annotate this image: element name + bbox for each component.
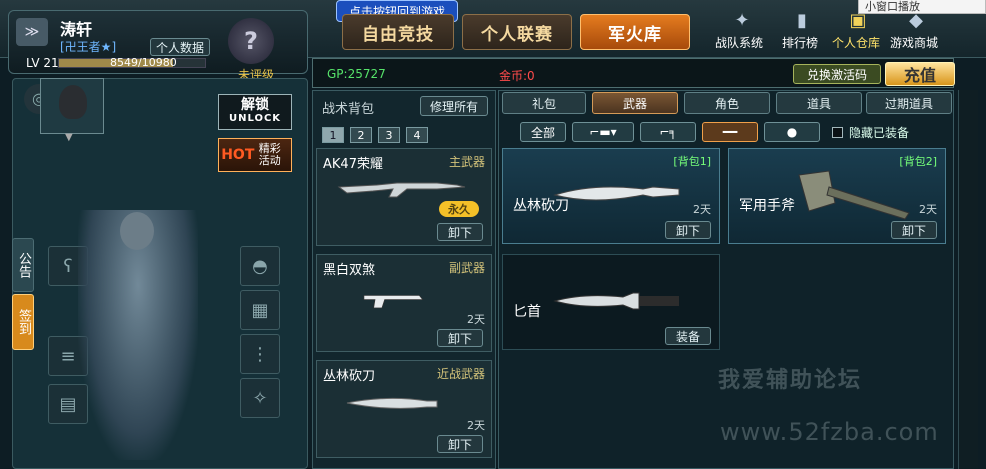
watermark-title: 我爱辅助论坛	[718, 368, 863, 393]
bag-item-duration: 2天	[467, 313, 485, 326]
gp-value: GP:25727	[327, 67, 386, 81]
bag-page-2[interactable]: 2	[350, 127, 372, 143]
link-leaderboard[interactable]: 排行榜	[782, 34, 818, 51]
personal-data-button[interactable]: 个人数据	[150, 38, 210, 56]
subtab-grenade-icon[interactable]: ●	[764, 122, 820, 142]
repair-all-button[interactable]: 修理所有	[420, 96, 488, 116]
tab-personal-league[interactable]: 个人联赛	[462, 14, 572, 50]
ak47-icon	[337, 182, 466, 198]
scrollbar[interactable]	[958, 90, 978, 469]
rank-icon: ≫	[16, 18, 48, 46]
unload-button[interactable]: 卸下	[891, 221, 937, 239]
equip-button[interactable]: 装备	[665, 327, 711, 345]
unload-button[interactable]: 卸下	[437, 435, 483, 453]
bag-page-4[interactable]: 4	[406, 127, 428, 143]
exp-text: 8549/10980	[110, 56, 177, 69]
tab-free-match[interactable]: 自由竞技	[342, 14, 454, 50]
store-card-dagger[interactable]: 匕首 装备	[502, 254, 720, 350]
machete-icon	[553, 186, 680, 201]
bag-page-3[interactable]: 3	[378, 127, 400, 143]
link-game-shop[interactable]: 游戏商城	[890, 34, 938, 51]
team-system-icon: ✦	[734, 10, 750, 31]
card-duration: 2天	[693, 203, 711, 216]
avatar[interactable]: ▼	[40, 78, 104, 143]
slot-vest-icon[interactable]: ▦	[240, 290, 280, 330]
subtab-melee-icon[interactable]: ━━	[702, 122, 758, 142]
card-name: 丛林砍刀	[513, 198, 569, 214]
bag-item-name: 丛林砍刀	[323, 369, 376, 384]
unlock-button[interactable]: 解锁 UNLOCK	[218, 94, 292, 130]
bag-title: 战术背包	[322, 102, 375, 117]
rating-icon: ?	[228, 18, 274, 64]
unlock-label: 解锁	[241, 97, 269, 113]
side-tab-announcement[interactable]: 公告	[12, 238, 34, 292]
cat-tab-expired[interactable]: 过期道具	[866, 92, 952, 114]
player-name: 涛轩	[60, 20, 93, 39]
link-team-system[interactable]: 战队系统	[715, 34, 763, 51]
hot-activity-button[interactable]: HOT 精彩活动	[218, 138, 292, 172]
character-head	[120, 212, 154, 250]
machete-icon	[346, 397, 438, 409]
axe-icon	[798, 170, 910, 220]
coin-value: 金币:0	[499, 69, 535, 83]
card-name: 匕首	[513, 304, 541, 320]
bag-item-type: 副武器	[448, 261, 485, 275]
bag-item-melee[interactable]: 丛林砍刀 近战武器 2天 卸下	[316, 360, 492, 458]
dagger-icon	[553, 292, 679, 310]
unload-button[interactable]: 卸下	[665, 221, 711, 239]
bag-item-type: 主武器	[448, 155, 485, 169]
hot-label: HOT	[221, 147, 255, 163]
bag-item-name: AK47荣耀	[323, 157, 383, 172]
store-card-axe[interactable]: [背包2] 军用手斧 2天 卸下	[728, 148, 946, 244]
hide-equipped-checkbox[interactable]	[832, 127, 843, 138]
cat-tab-item[interactable]: 道具	[776, 92, 862, 114]
bag-item-duration: 2天	[467, 419, 485, 432]
player-level: LV 21	[26, 56, 59, 70]
recharge-button[interactable]: 充值	[885, 62, 955, 86]
cat-tab-weapon[interactable]: 武器	[592, 92, 678, 114]
chevron-down-icon[interactable]: ▼	[65, 132, 73, 143]
card-name: 军用手斧	[739, 198, 795, 214]
unload-button[interactable]: 卸下	[437, 329, 483, 347]
bag-item-name: 黑白双煞	[323, 263, 376, 278]
side-tab-checkin[interactable]: 签到	[12, 294, 34, 350]
unlock-sublabel: UNLOCK	[228, 113, 282, 124]
card-duration: 2天	[919, 203, 937, 216]
bag-item-type: 近战武器	[436, 367, 485, 381]
unload-button[interactable]: 卸下	[437, 223, 483, 241]
watermark-url: www.52fzba.com	[720, 418, 939, 446]
permanent-badge: 永久	[439, 201, 479, 217]
cat-tab-gift[interactable]: 礼包	[502, 92, 586, 114]
store-card-machete[interactable]: [背包1] 丛林砍刀 2天 卸下	[502, 148, 720, 244]
subtab-rifle-icon[interactable]: ⌐▬▾	[572, 122, 634, 142]
cat-tab-character[interactable]: 角色	[684, 92, 770, 114]
hot-text: 精彩活动	[258, 142, 281, 167]
hide-equipped-label: 隐藏已装备	[849, 126, 910, 140]
slot-misc-icon[interactable]: ✧	[240, 378, 280, 418]
warehouse-icon: ▣	[849, 10, 867, 31]
slot-helmet-icon[interactable]: ◓	[240, 246, 280, 286]
shop-icon: ◆	[909, 10, 923, 31]
subtab-pistol-icon[interactable]: ⌐╕	[640, 122, 696, 142]
tab-armory[interactable]: 军火库	[580, 14, 690, 50]
leaderboard-icon: ▮	[797, 10, 807, 31]
player-title: [卍王者★]	[60, 40, 117, 54]
pistol-icon	[363, 295, 424, 309]
avatar-head	[59, 85, 87, 119]
bag-page-1[interactable]: 1	[322, 127, 344, 143]
link-personal-warehouse[interactable]: 个人仓库	[832, 34, 880, 51]
redeem-code-button[interactable]: 兑换激活码	[793, 64, 881, 84]
hide-equipped-toggle[interactable]: 隐藏已装备	[832, 124, 909, 141]
slot-ammo-icon[interactable]: ⋮	[240, 334, 280, 374]
subtab-all[interactable]: 全部	[520, 122, 566, 142]
bag-item-primary[interactable]: AK47荣耀 主武器 永久 卸下	[316, 148, 492, 246]
currency-bar: GP:25727 金币:0 兑换激活码 充值	[312, 58, 955, 88]
bag-item-secondary[interactable]: 黑白双煞 副武器 2天 卸下	[316, 254, 492, 352]
